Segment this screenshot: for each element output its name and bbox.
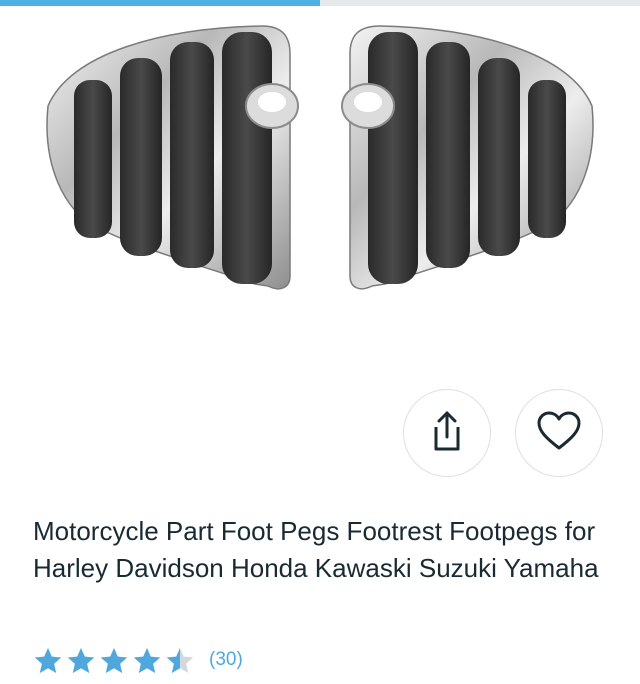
product-title: Motorcycle Part Foot Pegs Footrest Footp… <box>33 516 599 583</box>
favorite-button[interactable] <box>515 389 603 477</box>
product-image[interactable] <box>0 6 640 386</box>
share-icon <box>427 409 467 458</box>
heart-icon <box>536 410 582 457</box>
star-icon <box>99 646 129 675</box>
share-button[interactable] <box>403 389 491 477</box>
review-count[interactable]: (30) <box>209 649 243 671</box>
left-footpeg <box>46 25 299 290</box>
rating-stars <box>33 646 195 675</box>
star-icon <box>33 646 63 675</box>
right-footpeg <box>341 25 594 290</box>
star-icon <box>66 646 96 675</box>
star-icon <box>132 646 162 675</box>
product-rating[interactable]: (30) <box>33 644 243 676</box>
star-icon <box>165 646 195 675</box>
